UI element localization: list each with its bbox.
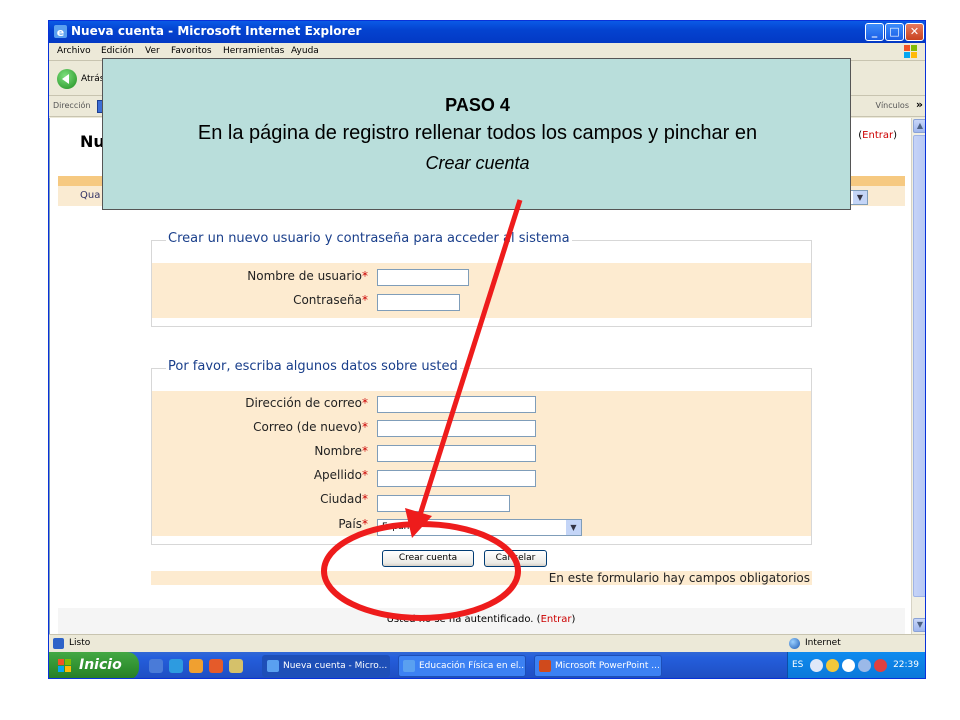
account-fieldset: Crear un nuevo usuario y contraseña para…	[151, 231, 812, 327]
scroll-thumb[interactable]	[913, 135, 925, 597]
status-text: Listo	[69, 638, 91, 648]
menu-ayuda[interactable]: Ayuda	[291, 46, 319, 56]
security-zone: Internet	[805, 638, 841, 648]
account-legend: Crear un nuevo usuario y contraseña para…	[166, 231, 572, 246]
instruction-callout: PASO 4 En la página de registro rellenar…	[102, 58, 851, 210]
callout-button-name: Crear cuenta	[425, 153, 530, 173]
minimize-button[interactable]: _	[865, 23, 884, 41]
task-powerpoint[interactable]: Microsoft PowerPoint ...	[534, 655, 662, 677]
window-title: Nueva cuenta - Microsoft Internet Explor…	[71, 24, 362, 38]
close-button[interactable]: ✕	[905, 23, 924, 41]
menu-favoritos[interactable]: Favoritos	[171, 46, 212, 56]
media-quicklaunch-icon[interactable]	[189, 659, 203, 673]
personal-legend: Por favor, escriba algunos datos sobre u…	[166, 359, 460, 374]
create-account-button[interactable]: Crear cuenta	[382, 550, 474, 567]
back-arrow-icon[interactable]	[57, 69, 77, 89]
menu-ver[interactable]: Ver	[145, 46, 160, 56]
start-button[interactable]: Inicio	[49, 652, 139, 678]
scroll-up-icon[interactable]: ▲	[913, 119, 925, 133]
clock: 22:39	[893, 660, 919, 670]
tray-arrow-icon[interactable]	[810, 659, 823, 672]
tool-quicklaunch-icon[interactable]	[229, 659, 243, 673]
back-button-label[interactable]: Atrás	[81, 74, 104, 84]
status-bar: Listo Internet	[49, 634, 925, 651]
browser-quicklaunch-icon[interactable]	[169, 659, 183, 673]
address-label: Dirección	[53, 101, 91, 110]
email-label: Dirección de correo*	[245, 396, 368, 410]
city-label: Ciudad*	[320, 492, 368, 506]
password-label: Contraseña*	[293, 293, 368, 307]
last-name-input[interactable]	[377, 470, 536, 487]
personal-fieldset: Por favor, escriba algunos datos sobre u…	[151, 359, 812, 545]
menu-edicion[interactable]: Edición	[101, 46, 134, 56]
shield-icon[interactable]	[826, 659, 839, 672]
first-name-label: Nombre*	[314, 444, 368, 458]
first-name-input[interactable]	[377, 445, 536, 462]
system-tray: ES 22:39	[787, 652, 925, 678]
chevron-down-icon: ▼	[853, 191, 867, 204]
required-note-band: En este formulario hay campos obligatori…	[151, 571, 812, 585]
language-indicator[interactable]: ES	[792, 660, 803, 670]
callout-title: PASO 4	[445, 95, 510, 115]
powerpoint-icon	[539, 660, 551, 672]
username-input[interactable]	[377, 269, 469, 286]
ie-quicklaunch-icon[interactable]	[149, 659, 163, 673]
svg-text:e: e	[57, 26, 64, 39]
maximize-button[interactable]: □	[885, 23, 904, 41]
login-link-text[interactable]: Entrar	[862, 130, 893, 141]
page-status-icon	[53, 638, 64, 649]
country-select[interactable]: España ▼	[377, 519, 582, 536]
city-input[interactable]	[377, 495, 510, 512]
navigation-text[interactable]: Qua	[80, 190, 100, 201]
vertical-scrollbar[interactable]: ▲ ▼	[911, 118, 925, 634]
globe-icon	[789, 638, 800, 649]
task-nueva-cuenta[interactable]: Nueva cuenta - Micro...	[262, 655, 390, 677]
links-chevron-icon[interactable]: »	[916, 98, 923, 111]
ie-icon	[267, 660, 279, 672]
windows-flag-icon	[58, 659, 71, 672]
menu-herramientas[interactable]: Herramientas	[223, 46, 284, 56]
links-label[interactable]: Vínculos	[875, 101, 909, 110]
windows-logo-icon	[904, 45, 917, 58]
email-confirm-label: Correo (de nuevo)*	[253, 420, 368, 434]
menu-archivo[interactable]: Archivo	[57, 46, 91, 56]
country-selected-value: España	[382, 522, 415, 532]
star-icon[interactable]	[842, 659, 855, 672]
ie-icon	[403, 660, 415, 672]
callout-instruction: En la página de registro rellenar todos …	[197, 122, 758, 144]
chevron-down-icon: ▼	[566, 520, 581, 535]
title-bar[interactable]: e Nueva cuenta - Microsoft Internet Expl…	[49, 21, 925, 43]
network-icon[interactable]	[858, 659, 871, 672]
last-name-label: Apellido*	[313, 468, 368, 482]
footer-login-link[interactable]: Entrar	[541, 614, 572, 625]
ie-icon: e	[54, 25, 67, 39]
password-input[interactable]	[377, 294, 460, 311]
login-link-top[interactable]: (Entrar)	[858, 130, 897, 141]
country-label: País*	[338, 517, 368, 531]
required-note: En este formulario hay campos obligatori…	[548, 571, 810, 585]
email-confirm-input[interactable]	[377, 420, 536, 437]
taskbar: Inicio Nueva cuenta - Micro... Educación…	[49, 652, 925, 678]
login-status: Usted no se ha autentificado. (Entrar)	[386, 614, 576, 625]
scroll-down-icon[interactable]: ▼	[913, 618, 925, 632]
alert-icon[interactable]	[874, 659, 887, 672]
task-educacion-fisica[interactable]: Educación Física en el...	[398, 655, 526, 677]
cancel-button[interactable]: Cancelar	[484, 550, 547, 567]
username-label: Nombre de usuario*	[247, 269, 368, 283]
firefox-quicklaunch-icon[interactable]	[209, 659, 223, 673]
email-input[interactable]	[377, 396, 536, 413]
start-label: Inicio	[79, 657, 122, 673]
